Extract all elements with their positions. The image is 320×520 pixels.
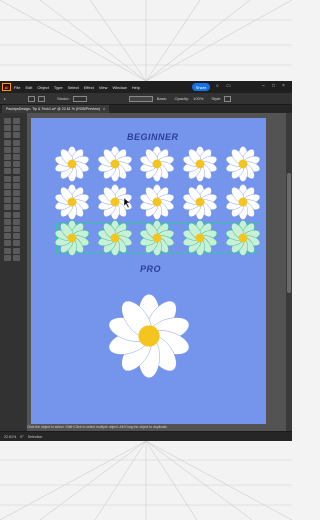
menu-select[interactable]: Select bbox=[68, 85, 79, 90]
status-mode: Selection bbox=[27, 435, 43, 439]
vertical-scrollbar[interactable] bbox=[286, 113, 292, 431]
menu-file[interactable]: File bbox=[14, 85, 20, 90]
stroke-label: Stroke: bbox=[57, 96, 70, 101]
control-bar: ▸ Stroke: Basic Opacity: 100% Style: bbox=[0, 93, 292, 105]
share-button[interactable]: Share bbox=[192, 83, 210, 91]
tool-icon[interactable] bbox=[4, 132, 11, 139]
tool-icon[interactable] bbox=[13, 146, 20, 153]
tool-icon[interactable] bbox=[13, 139, 20, 146]
basic-label: Basic bbox=[156, 96, 167, 101]
stroke-swatch[interactable] bbox=[38, 95, 46, 102]
tool-icon[interactable] bbox=[4, 204, 11, 211]
tool-icon[interactable] bbox=[4, 175, 11, 182]
tool-icon[interactable] bbox=[4, 197, 11, 204]
tool-icon[interactable] bbox=[4, 254, 11, 261]
menu-effect[interactable]: Effect bbox=[84, 85, 94, 90]
tool-icon[interactable] bbox=[13, 161, 20, 168]
tool-icon[interactable] bbox=[4, 125, 11, 132]
zoom-level[interactable]: 22.61% bbox=[4, 435, 16, 439]
tool-icon[interactable] bbox=[13, 197, 20, 204]
menu-help[interactable]: Help bbox=[132, 85, 140, 90]
search-icon[interactable]: ⌕ bbox=[216, 83, 219, 89]
tool-icon[interactable] bbox=[13, 204, 20, 211]
hint-text: Click the object to select. Shift+Click … bbox=[27, 425, 168, 429]
menu-bar: Ai File Edit Object Type Select Effect V… bbox=[0, 81, 292, 93]
tool-icon[interactable] bbox=[13, 211, 20, 218]
pro-title: PRO bbox=[140, 264, 162, 274]
menu-edit[interactable]: Edit bbox=[25, 85, 32, 90]
selection-bounding-box[interactable] bbox=[56, 223, 260, 253]
tool-icon[interactable] bbox=[13, 132, 20, 139]
tab-close-icon[interactable]: × bbox=[103, 107, 105, 111]
tool-icon[interactable] bbox=[13, 125, 20, 132]
menu-object[interactable]: Object bbox=[37, 85, 49, 90]
document-tab-title: PackIpsDesign- Tip & Trick1.ai* @ 22.61 … bbox=[6, 107, 100, 111]
status-bar: 22.61% 0° Selection bbox=[0, 431, 292, 441]
document-tab[interactable]: PackIpsDesign- Tip & Trick1.ai* @ 22.61 … bbox=[2, 105, 110, 113]
stroke-weight-field[interactable] bbox=[72, 95, 87, 102]
tool-icon[interactable] bbox=[13, 182, 20, 189]
tool-icon[interactable] bbox=[13, 118, 20, 124]
tool-icon[interactable] bbox=[4, 211, 11, 218]
minimize-icon[interactable]: – bbox=[262, 83, 265, 89]
tool-icon[interactable] bbox=[13, 218, 20, 225]
opacity-label: Opacity: bbox=[174, 96, 190, 101]
tool-icon[interactable] bbox=[4, 240, 11, 247]
tool-icon[interactable] bbox=[4, 154, 11, 160]
style-label: Style: bbox=[211, 96, 222, 101]
rotation-value[interactable]: 0° bbox=[20, 435, 23, 439]
tool-icon[interactable] bbox=[13, 154, 20, 160]
brush-definition-dropdown[interactable] bbox=[128, 95, 153, 102]
tool-icon[interactable] bbox=[13, 240, 20, 247]
tool-icon[interactable] bbox=[13, 168, 20, 175]
tool-icon[interactable] bbox=[4, 168, 11, 175]
tool-icon[interactable] bbox=[4, 190, 11, 196]
style-swatch[interactable] bbox=[224, 95, 232, 102]
tool-icon[interactable] bbox=[13, 175, 20, 182]
tool-icon[interactable] bbox=[4, 218, 11, 225]
tool-icon[interactable] bbox=[4, 139, 11, 146]
tool-icon[interactable] bbox=[13, 247, 20, 254]
document-tab-bar: PackIpsDesign- Tip & Trick1.ai* @ 22.61 … bbox=[0, 105, 292, 113]
app-logo: Ai bbox=[2, 83, 11, 91]
selection-indicator-icon: ▸ bbox=[4, 96, 7, 101]
menu-type[interactable]: Type bbox=[54, 85, 63, 90]
tool-icon[interactable] bbox=[4, 247, 11, 254]
tool-icon[interactable] bbox=[4, 161, 11, 168]
tool-icon[interactable] bbox=[13, 233, 20, 240]
opacity-value[interactable]: 100% bbox=[193, 96, 203, 101]
tool-icon[interactable] bbox=[4, 118, 11, 124]
tool-icon[interactable] bbox=[13, 254, 20, 261]
beginner-title: BEGINNER bbox=[127, 132, 179, 142]
menu-view[interactable]: View bbox=[99, 85, 108, 90]
tool-icon[interactable] bbox=[13, 190, 20, 196]
tool-icon[interactable] bbox=[13, 226, 20, 232]
close-icon[interactable]: × bbox=[282, 83, 285, 89]
tool-icon[interactable] bbox=[4, 226, 11, 232]
tool-icon[interactable] bbox=[4, 182, 11, 189]
tool-icon[interactable] bbox=[4, 146, 11, 153]
tool-icon[interactable] bbox=[4, 233, 11, 240]
arrange-icon[interactable]: ▭ bbox=[226, 83, 231, 89]
menu-window[interactable]: Window bbox=[112, 85, 126, 90]
maximize-icon[interactable]: □ bbox=[272, 83, 275, 89]
scrollbar-thumb[interactable] bbox=[287, 173, 291, 293]
fill-swatch[interactable] bbox=[28, 95, 36, 102]
